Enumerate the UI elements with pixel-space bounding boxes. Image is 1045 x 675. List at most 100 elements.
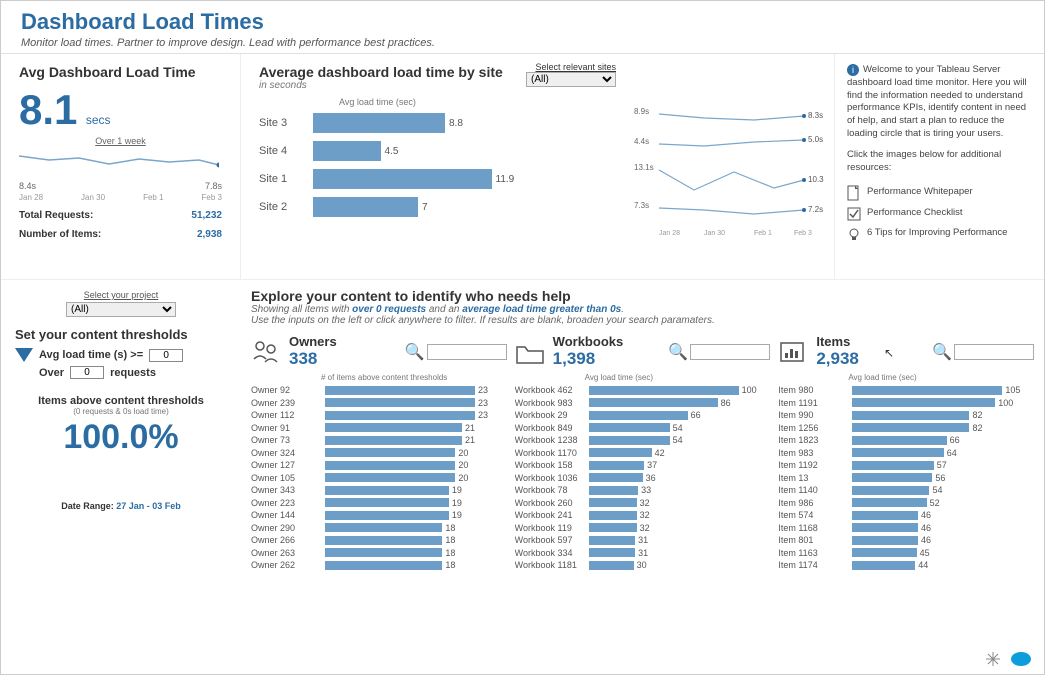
- explore-desc: Showing all items with over 0 requests a…: [251, 304, 1034, 315]
- list-row[interactable]: Owner 10520: [251, 472, 507, 485]
- avg-load-input[interactable]: [149, 349, 183, 362]
- checklist-icon: [847, 207, 861, 221]
- list-row[interactable]: Item 98652: [778, 497, 1034, 510]
- items-search[interactable]: [954, 344, 1034, 360]
- list-row[interactable]: Workbook 462100: [515, 384, 771, 397]
- over-suffix: requests: [110, 367, 156, 379]
- list-row[interactable]: Item 98364: [778, 447, 1034, 460]
- list-row[interactable]: Owner 26218: [251, 559, 507, 572]
- site-select-label: Select relevant sites: [526, 62, 616, 72]
- list-row[interactable]: Item 1191100: [778, 397, 1034, 410]
- list-row[interactable]: Owner 9223: [251, 384, 507, 397]
- list-row[interactable]: Owner 34319: [251, 484, 507, 497]
- site-bar-row[interactable]: Site 38.8: [259, 109, 616, 137]
- list-row[interactable]: Owner 14419: [251, 509, 507, 522]
- kpi-value: 8.1: [19, 86, 77, 133]
- owners-column: Owners338 🔍 # of items above content thr…: [251, 334, 507, 634]
- info-panel: iWelcome to your Tableau Server dashboar…: [834, 54, 1044, 279]
- list-row[interactable]: Workbook 11932: [515, 522, 771, 535]
- list-row[interactable]: Item 80146: [778, 534, 1034, 547]
- site-bar-row[interactable]: Site 27: [259, 193, 616, 221]
- svg-text:5.0s: 5.0s: [808, 135, 823, 144]
- list-row[interactable]: Workbook 33431: [515, 547, 771, 560]
- list-row[interactable]: Workbook 98386: [515, 397, 771, 410]
- list-row[interactable]: Owner 26318: [251, 547, 507, 560]
- list-row[interactable]: Item 980105: [778, 384, 1034, 397]
- trend-chart[interactable]: 8.9s 8.3s 4.4s 5.0s 13.1s 10.3s 7.3s 7.2…: [634, 100, 824, 240]
- kpi-unit: secs: [86, 113, 111, 127]
- list-row[interactable]: Item 1356: [778, 472, 1034, 485]
- workbooks-search[interactable]: [690, 344, 770, 360]
- workbooks-list-header: Avg load time (sec): [585, 373, 771, 382]
- list-row[interactable]: Workbook 117042: [515, 447, 771, 460]
- list-row[interactable]: Owner 7321: [251, 434, 507, 447]
- list-row[interactable]: Owner 9121: [251, 422, 507, 435]
- svg-text:10.3s: 10.3s: [808, 175, 824, 184]
- list-row[interactable]: Owner 23923: [251, 397, 507, 410]
- kpi-panel: Avg Dashboard Load Time 8.1 secs Over 1 …: [1, 54, 241, 279]
- site-chart-axis-label: Avg load time (sec): [339, 97, 616, 107]
- owners-bars[interactable]: Owner 9223Owner 23923Owner 11223Owner 91…: [251, 384, 507, 572]
- salesforce-logo-icon: [1010, 651, 1032, 667]
- svg-text:4.4s: 4.4s: [634, 137, 649, 146]
- list-row[interactable]: Item 182366: [778, 434, 1034, 447]
- explore-title: Explore your content to identify who nee…: [251, 288, 1034, 304]
- mouse-cursor: ↖: [884, 346, 894, 360]
- info-text2: Click the images below for additional re…: [847, 149, 1032, 175]
- link-checklist[interactable]: Performance Checklist: [847, 207, 1032, 221]
- items-bars[interactable]: Item 980105Item 1191100Item 99082Item 12…: [778, 384, 1034, 572]
- svg-text:7.2s: 7.2s: [808, 205, 823, 214]
- list-row[interactable]: Owner 32420: [251, 447, 507, 460]
- threshold-result-title: Items above content thresholds: [15, 395, 227, 407]
- list-row[interactable]: Owner 26618: [251, 534, 507, 547]
- items-icon: [778, 339, 808, 365]
- list-row[interactable]: Workbook 7833: [515, 484, 771, 497]
- over-requests-input[interactable]: [70, 366, 104, 379]
- workbooks-bars[interactable]: Workbook 462100Workbook 98386Workbook 29…: [515, 384, 771, 572]
- list-row[interactable]: Workbook 59731: [515, 534, 771, 547]
- list-row[interactable]: Owner 29018: [251, 522, 507, 535]
- list-row[interactable]: Item 114054: [778, 484, 1034, 497]
- list-row[interactable]: Workbook 15837: [515, 459, 771, 472]
- list-row[interactable]: Owner 22319: [251, 497, 507, 510]
- items-column: Items2,938 🔍 Avg load time (sec) Item 98…: [778, 334, 1034, 634]
- page-title: Dashboard Load Times: [21, 9, 1024, 35]
- link-whitepaper[interactable]: Performance Whitepaper: [847, 185, 1032, 201]
- svg-text:8.9s: 8.9s: [634, 107, 649, 116]
- owners-search[interactable]: [427, 344, 507, 360]
- site-select[interactable]: (All): [526, 72, 616, 87]
- list-row[interactable]: Item 116345: [778, 547, 1034, 560]
- page-subtitle: Monitor load times. Partner to improve d…: [21, 37, 1024, 49]
- list-row[interactable]: Workbook 118130: [515, 559, 771, 572]
- svg-text:Jan 28: Jan 28: [659, 230, 680, 237]
- list-row[interactable]: Item 117444: [778, 559, 1034, 572]
- list-row[interactable]: Workbook 84954: [515, 422, 771, 435]
- workbooks-count: 1,398: [553, 349, 624, 369]
- threshold-result-sub: (0 requests & 0s load time): [15, 407, 227, 416]
- list-row[interactable]: Item 125682: [778, 422, 1034, 435]
- filters-panel: Select your project (All) Set your conte…: [1, 280, 241, 660]
- link-tips[interactable]: 6 Tips for Improving Performance: [847, 227, 1032, 241]
- list-row[interactable]: Workbook 103636: [515, 472, 771, 485]
- site-bar-row[interactable]: Site 44.5: [259, 137, 616, 165]
- project-select[interactable]: (All): [66, 302, 176, 317]
- list-row[interactable]: Workbook 123854: [515, 434, 771, 447]
- list-row[interactable]: Item 119257: [778, 459, 1034, 472]
- list-row[interactable]: Workbook 26032: [515, 497, 771, 510]
- footer-logos: [984, 650, 1032, 668]
- list-row[interactable]: Workbook 24132: [515, 509, 771, 522]
- list-row[interactable]: Item 99082: [778, 409, 1034, 422]
- sparkline-label: Over 1 week: [19, 136, 222, 146]
- list-row[interactable]: Workbook 2966: [515, 409, 771, 422]
- list-row[interactable]: Item 57446: [778, 509, 1034, 522]
- svg-text:Feb 1: Feb 1: [754, 230, 772, 237]
- list-row[interactable]: Item 116846: [778, 522, 1034, 535]
- search-icon: 🔍: [668, 342, 688, 362]
- list-row[interactable]: Owner 12720: [251, 459, 507, 472]
- items-list-header: Avg load time (sec): [848, 373, 1034, 382]
- site-bar-row[interactable]: Site 111.9: [259, 165, 616, 193]
- explore-panel: Explore your content to identify who nee…: [241, 280, 1044, 660]
- sparkline-chart[interactable]: [19, 150, 219, 172]
- total-requests-value: 51,232: [191, 210, 222, 221]
- list-row[interactable]: Owner 11223: [251, 409, 507, 422]
